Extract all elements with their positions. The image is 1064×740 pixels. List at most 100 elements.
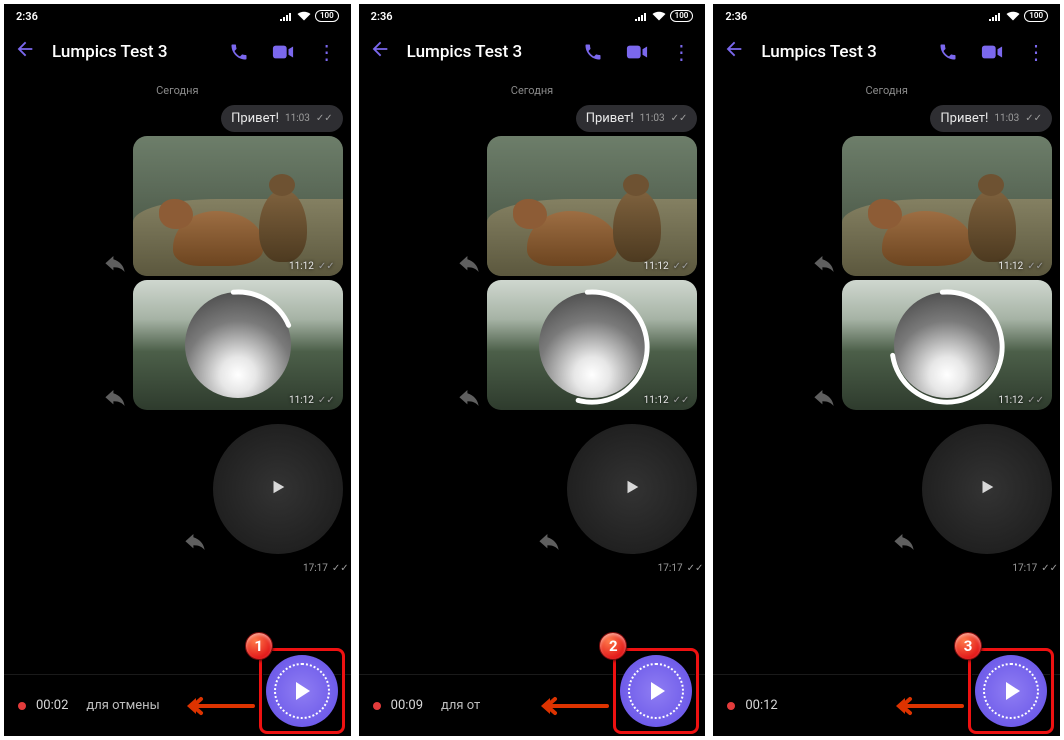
wifi-icon [297,11,311,21]
record-indicator-icon [18,702,26,710]
text-message[interactable]: Привет! 11:03 ✓✓ [576,105,698,132]
image-message[interactable]: 11:12 ✓✓ [133,136,343,276]
play-icon [269,478,287,501]
recording-time: 00:02 [36,698,68,713]
recording-time: 00:09 [391,698,423,713]
step-badge: 1 [245,632,273,660]
video-call-button[interactable] [269,44,297,60]
record-video-button[interactable] [266,655,338,727]
more-button[interactable]: ⋮ [667,40,695,64]
record-indicator-icon [727,702,735,710]
read-ticks-icon: ✓✓ [673,395,690,406]
more-button[interactable]: ⋮ [1022,40,1050,64]
chat-title[interactable]: Lumpics Test 3 [52,42,209,62]
message-time: 11:12 [998,395,1023,406]
forward-icon [185,534,205,550]
forward-button[interactable] [894,534,914,554]
date-separator: Сегодня [367,80,698,101]
status-bar: 2:36 100 [359,4,706,28]
video-message[interactable] [213,424,343,554]
read-ticks-icon: ✓✓ [673,261,690,272]
phone-pane: 2:36 100 Lumpics Test 3 ⋮ Сегодня Привет… [359,4,706,736]
text-message[interactable]: Привет! 11:03 ✓✓ [930,105,1052,132]
message-row: 11:12 ✓✓ [367,280,698,410]
recording-time: 00:12 [745,698,777,713]
forward-button[interactable] [814,390,834,410]
forward-button[interactable] [105,256,125,276]
message-time: 11:12 [644,261,669,272]
message-row: 17:17✓✓ [721,424,1052,554]
phone-icon [583,42,603,62]
voice-call-button[interactable] [934,42,962,62]
videocam-icon [626,44,648,60]
chat-area: Сегодня Привет! 11:03 ✓✓ 11:12✓✓ [713,76,1060,674]
message-time: 17:17 [1012,563,1037,574]
video-call-button[interactable] [978,44,1006,60]
voice-call-button[interactable] [579,42,607,62]
forward-icon [894,534,914,550]
record-button-highlight [613,648,699,734]
cancel-arrow-icon [185,696,255,716]
status-icons: 100 [279,10,339,22]
record-button-highlight [259,648,345,734]
message-time: 11:12 [289,395,314,406]
progress-arc [894,292,1000,398]
forward-button[interactable] [814,256,834,276]
message-row: 11:12✓✓ [721,136,1052,276]
message-row: Привет! 11:03 ✓✓ [367,105,698,132]
forward-button[interactable] [105,390,125,410]
back-button[interactable] [723,38,745,66]
voice-call-button[interactable] [225,42,253,62]
message-row: 17:17✓✓ [12,424,343,554]
message-time: 17:17 [303,563,328,574]
read-ticks-icon: ✓✓ [318,261,335,272]
message-time: 11:12 [289,261,314,272]
play-icon [623,478,641,501]
cancel-arrow-icon [539,696,609,716]
chat-title[interactable]: Lumpics Test 3 [761,42,918,62]
message-time: 11:12 [998,261,1023,272]
forward-button[interactable] [459,390,479,410]
image-message-uploading[interactable]: 11:12 ✓✓ [487,280,697,410]
progress-arc [539,292,645,398]
battery-icon: 100 [670,10,694,22]
videocam-icon [272,44,294,60]
image-message-uploading[interactable]: 11:12✓✓ [842,280,1052,410]
read-ticks-icon: ✓✓ [318,395,335,406]
battery-icon: 100 [315,10,339,22]
video-message[interactable] [922,424,1052,554]
slide-to-cancel-label: для от [441,698,480,713]
message-row: 11:12 ✓✓ [12,280,343,410]
record-video-button[interactable] [975,655,1047,727]
message-text: Привет! [940,111,988,126]
image-message[interactable]: 11:12 ✓✓ [487,136,697,276]
cancel-arrow-icon [894,696,964,716]
date-separator: Сегодня [12,80,343,101]
upload-progress [539,292,645,398]
back-arrow-icon [723,38,745,60]
video-call-button[interactable] [623,44,651,60]
message-text: Привет! [586,111,634,126]
forward-button[interactable] [539,534,559,554]
message-time: 11:12 [644,395,669,406]
read-ticks-icon: ✓✓ [1025,113,1042,124]
record-video-button[interactable] [620,655,692,727]
status-bar: 2:36 100 [4,4,351,28]
phone-pane: 2:36 100 Lumpics Test 3 ⋮ Сегодня Привет… [4,4,351,736]
videocam-icon [981,44,1003,60]
chat-area: Сегодня Привет! 11:03 ✓✓ 11:12 ✓✓ [359,76,706,674]
back-button[interactable] [14,38,36,66]
video-message[interactable] [567,424,697,554]
text-message[interactable]: Привет! 11:03 ✓✓ [221,105,343,132]
signal-icon [988,11,1002,21]
forward-button[interactable] [459,256,479,276]
back-button[interactable] [369,38,391,66]
image-message-uploading[interactable]: 11:12 ✓✓ [133,280,343,410]
image-message[interactable]: 11:12✓✓ [842,136,1052,276]
signal-icon [279,11,293,21]
forward-button[interactable] [185,534,205,554]
record-button-highlight [968,648,1054,734]
more-button[interactable]: ⋮ [313,40,341,64]
chat-title[interactable]: Lumpics Test 3 [407,42,564,62]
forward-icon [459,390,479,406]
